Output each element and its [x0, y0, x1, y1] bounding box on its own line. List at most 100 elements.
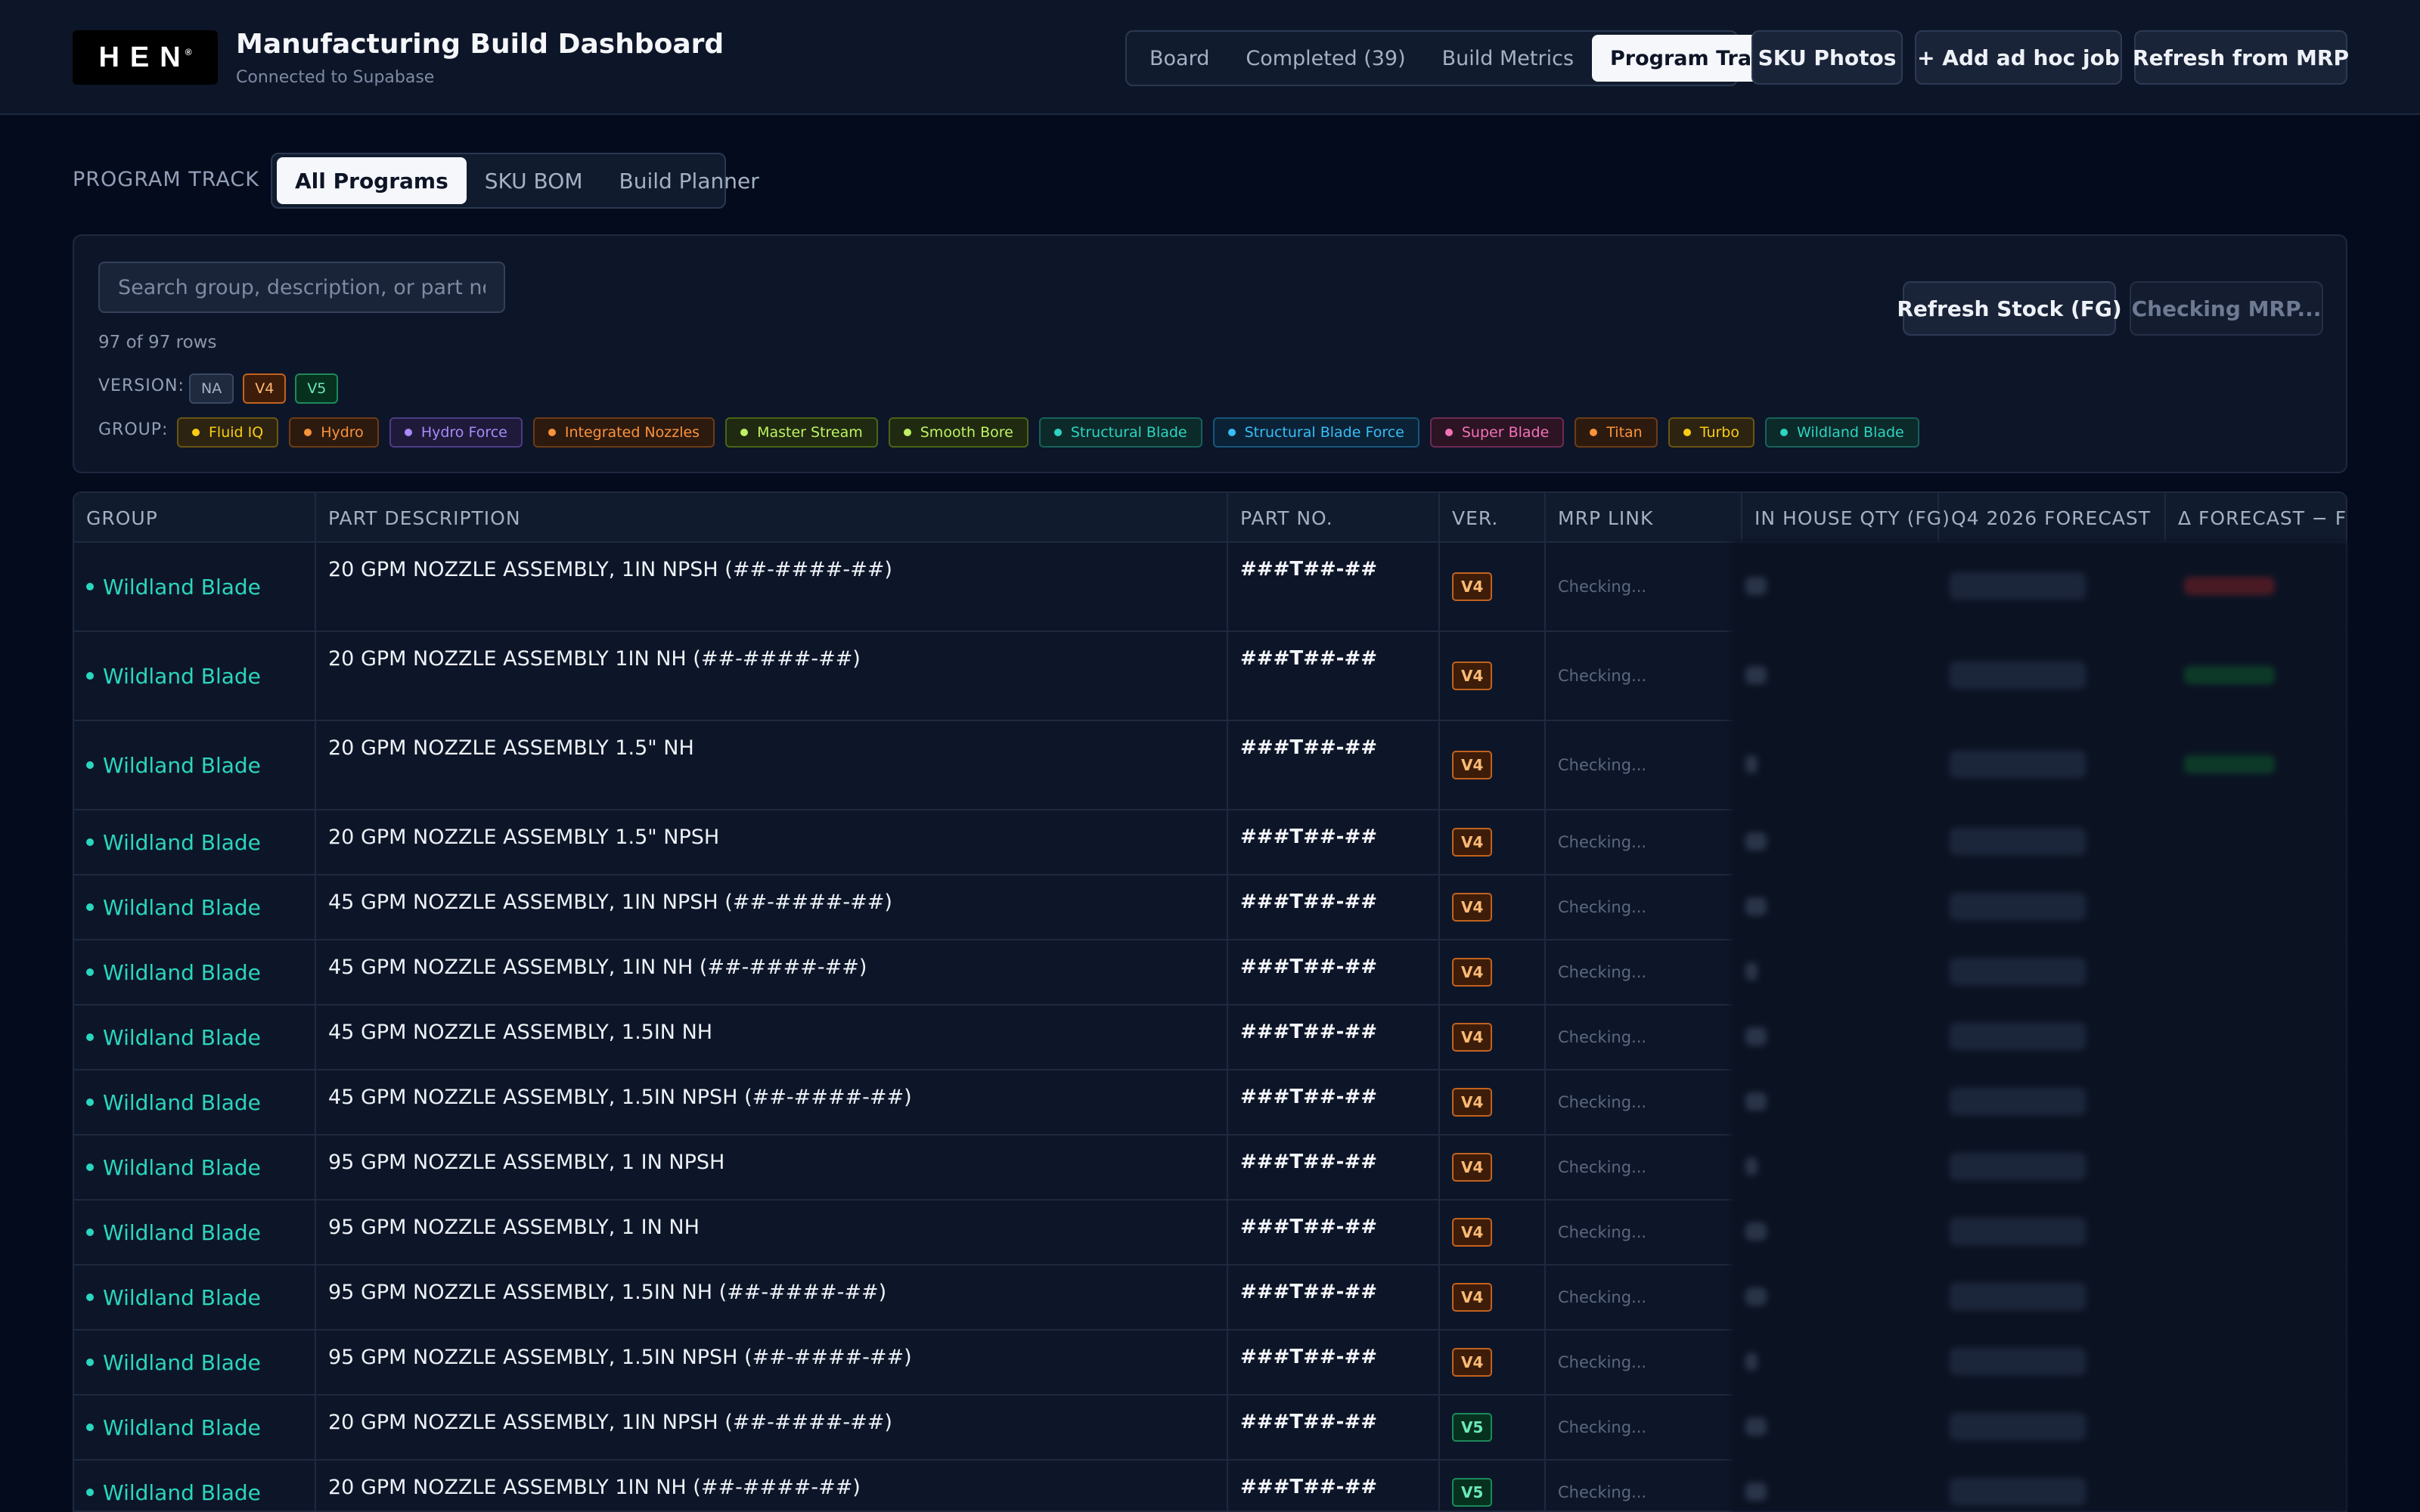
mrp-link-cell[interactable]: Checking... [1546, 875, 1742, 939]
refresh-from-mrp-button[interactable]: Refresh from MRP [2133, 30, 2349, 85]
group-name[interactable]: Wildland Blade [103, 1220, 261, 1245]
tab-all-programs[interactable]: All Programs [277, 157, 467, 204]
group-cell[interactable]: Wildland Blade [74, 1331, 316, 1394]
col-in-house-qty-header[interactable]: IN HOUSE QTY (FG) [1742, 493, 1950, 543]
group-chip-titan[interactable]: Titan [1575, 417, 1658, 448]
mrp-link-cell[interactable]: Checking... [1546, 1070, 1742, 1134]
group-cell[interactable]: Wildland Blade [74, 543, 316, 631]
group-name[interactable]: Wildland Blade [103, 830, 261, 855]
mrp-link-cell[interactable]: Checking... [1546, 810, 1742, 874]
tab-build-planner[interactable]: Build Planner [600, 157, 777, 204]
group-cell[interactable]: Wildland Blade [74, 940, 316, 1004]
group-name[interactable]: Wildland Blade [103, 1480, 261, 1505]
tab-build-metrics[interactable]: Build Metrics [1424, 35, 1592, 82]
group-chip-wildland-blade[interactable]: Wildland Blade [1764, 417, 1919, 448]
group-cell[interactable]: Wildland Blade [74, 810, 316, 874]
tab-completed[interactable]: Completed (39) [1227, 35, 1423, 82]
group-name[interactable]: Wildland Blade [103, 1090, 261, 1115]
group-chip-hydro[interactable]: Hydro [289, 417, 379, 448]
group-name[interactable]: Wildland Blade [103, 664, 261, 689]
group-chip-smooth-bore[interactable]: Smooth Bore [888, 417, 1028, 448]
version-chip-v5[interactable]: V5 [295, 373, 339, 404]
group-name[interactable]: Wildland Blade [103, 1025, 261, 1050]
group-dot-icon [1227, 429, 1236, 436]
checking-mrp-button[interactable]: Checking MRP... [2130, 281, 2323, 336]
group-cell[interactable]: Wildland Blade [74, 632, 316, 720]
group-chip-super-blade[interactable]: Super Blade [1429, 417, 1565, 448]
program-track-label: PROGRAM TRACK [73, 168, 259, 191]
mrp-link-cell[interactable]: Checking... [1546, 1461, 1742, 1510]
version-cell: V4 [1440, 543, 1546, 631]
mrp-link-cell[interactable]: Checking... [1546, 1331, 1742, 1394]
mrp-link-cell[interactable]: Checking... [1546, 1136, 1742, 1199]
mrp-link-cell[interactable]: Checking... [1546, 1396, 1742, 1459]
group-cell[interactable]: Wildland Blade [74, 1461, 316, 1510]
group-chip-structural-blade-force[interactable]: Structural Blade Force [1212, 417, 1419, 448]
group-name[interactable]: Wildland Blade [103, 960, 261, 985]
col-part-description-header[interactable]: PART DESCRIPTION [316, 493, 1228, 543]
group-chip-turbo[interactable]: Turbo [1668, 417, 1754, 448]
tab-board[interactable]: Board [1131, 35, 1227, 82]
col-group-header[interactable]: GROUP [74, 493, 316, 543]
group-name[interactable]: Wildland Blade [103, 1285, 261, 1310]
tab-sku-bom[interactable]: SKU BOM [467, 157, 601, 204]
mrp-link-cell[interactable]: Checking... [1546, 1201, 1742, 1264]
group-name[interactable]: Wildland Blade [103, 895, 261, 920]
group-dot-icon [86, 761, 94, 769]
refresh-stock-button[interactable]: Refresh Stock (FG) [1897, 281, 2122, 336]
blurred-forecast-value [1950, 1153, 2086, 1180]
group-cell[interactable]: Wildland Blade [74, 1396, 316, 1459]
version-chip-v4[interactable]: V4 [243, 373, 287, 404]
group-dot-icon [1683, 429, 1691, 436]
group-name[interactable]: Wildland Blade [103, 1415, 261, 1440]
group-cell[interactable]: Wildland Blade [74, 721, 316, 809]
mrp-link-cell[interactable]: Checking... [1546, 632, 1742, 720]
col-mrp-link-header[interactable]: MRP LINK [1546, 493, 1742, 543]
version-badge: V4 [1452, 958, 1493, 987]
group-chip-label: Hydro Force [420, 424, 507, 441]
group-dot-icon [86, 1228, 94, 1236]
group-name[interactable]: Wildland Blade [103, 1350, 261, 1375]
mrp-link-cell[interactable]: Checking... [1546, 543, 1742, 631]
group-name[interactable]: Wildland Blade [103, 753, 261, 778]
part-description-cell: 95 GPM NOZZLE ASSEMBLY, 1.5IN NPSH (##-#… [316, 1331, 1228, 1394]
blurred-delta-value [2184, 577, 2275, 595]
group-cell[interactable]: Wildland Blade [74, 1070, 316, 1134]
blurred-qty-value [1745, 1027, 1767, 1046]
search-input[interactable] [98, 262, 505, 313]
group-chip-fluid-iq[interactable]: Fluid IQ [177, 417, 279, 448]
group-cell[interactable]: Wildland Blade [74, 1201, 316, 1264]
group-dot-icon [1444, 429, 1453, 436]
sku-photos-button[interactable]: SKU Photos [1751, 30, 1903, 85]
version-badge: V4 [1452, 662, 1493, 690]
app-title: Manufacturing Build Dashboard [236, 29, 724, 60]
group-dot-icon [86, 583, 94, 590]
group-filter-label: GROUP: [98, 420, 169, 439]
col-version-header[interactable]: VER. [1440, 493, 1546, 543]
mrp-link-cell[interactable]: Checking... [1546, 1005, 1742, 1069]
filter-panel: 97 of 97 rows VERSION: NA V4 V5 GROUP: Flu… [73, 234, 2347, 473]
group-chip-master-stream[interactable]: Master Stream [725, 417, 878, 448]
group-chip-hydro-force[interactable]: Hydro Force [389, 417, 523, 448]
mrp-link-cell[interactable]: Checking... [1546, 721, 1742, 809]
col-delta-forecast-header[interactable]: Δ FORECAST − FG [2166, 493, 2346, 543]
col-part-no-header[interactable]: PART NO. [1228, 493, 1440, 543]
add-ad-hoc-job-button[interactable]: + Add ad hoc job [1915, 30, 2122, 85]
group-name[interactable]: Wildland Blade [103, 1155, 261, 1180]
group-cell[interactable]: Wildland Blade [74, 875, 316, 939]
group-cell[interactable]: Wildland Blade [74, 1136, 316, 1199]
group-chip-integrated-nozzles[interactable]: Integrated Nozzles [532, 417, 715, 448]
version-badge: V4 [1452, 1023, 1493, 1052]
blurred-qty-value [1745, 755, 1758, 773]
group-cell[interactable]: Wildland Blade [74, 1266, 316, 1329]
version-chip-na[interactable]: NA [189, 373, 234, 404]
group-chip-structural-blade[interactable]: Structural Blade [1038, 417, 1202, 448]
part-number-cell: ###T##-## [1228, 543, 1440, 631]
mrp-link-cell[interactable]: Checking... [1546, 1266, 1742, 1329]
group-cell[interactable]: Wildland Blade [74, 1005, 316, 1069]
group-chip-label: Structural Blade [1070, 424, 1187, 441]
part-number-cell: ###T##-## [1228, 940, 1440, 1004]
mrp-link-cell[interactable]: Checking... [1546, 940, 1742, 1004]
col-q4-forecast-header[interactable]: Q4 2026 FORECAST [1939, 493, 2166, 543]
group-name[interactable]: Wildland Blade [103, 575, 261, 600]
